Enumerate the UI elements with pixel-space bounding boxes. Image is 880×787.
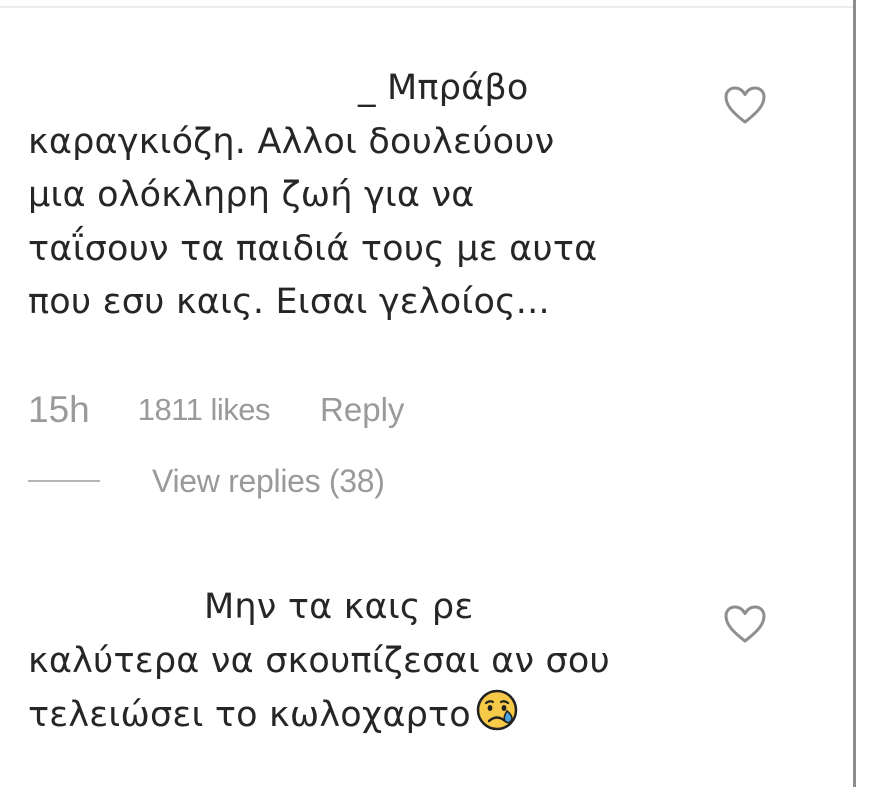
comment-line: καλύτερα να σκουπίζεσαι αν σου <box>28 640 610 681</box>
replies-divider <box>28 480 100 482</box>
comment-time: 15h <box>28 389 90 430</box>
comment-likes[interactable]: 1811 likes <box>138 392 271 428</box>
like-button[interactable] <box>722 84 768 126</box>
heart-outline-icon <box>724 86 766 124</box>
reply-button[interactable]: Reply <box>320 391 404 429</box>
comment-item: Μην τα καις ρε καλύτερα να σκουπίζεσαι α… <box>28 581 698 743</box>
comment-meta: 15h 1811 likes Reply <box>28 385 404 435</box>
comment-text: Μην τα καις ρε καλύτερα να σκουπίζεσαι α… <box>28 581 698 743</box>
comment-line: ταΐσουν τα παιδιά τους με αυτα <box>28 228 598 269</box>
like-button[interactable] <box>722 603 768 645</box>
comment-text: _ Μπράβο καραγκιόζη. Αλλοι δουλεύουν μια… <box>28 62 698 330</box>
comment-line: τελειώσει το κωλοχαρτο <box>28 695 471 735</box>
view-replies-label: View replies (38) <box>152 462 385 499</box>
heart-outline-icon <box>724 605 766 643</box>
top-divider <box>0 6 855 8</box>
crying-face-emoji <box>475 688 519 732</box>
comment-line: μια ολόκληρη ζωή για να <box>28 175 475 215</box>
scrollbar-edge[interactable] <box>853 0 856 787</box>
comment-line: καραγκιόζη. Αλλοι δουλεύουν <box>28 121 555 162</box>
view-replies-button[interactable]: View replies (38) <box>28 458 385 504</box>
comment-line: _ Μπράβο <box>358 68 529 108</box>
comment-line: που εσυ καις. Εισαι γελοίος... <box>28 282 550 322</box>
comment-item: _ Μπράβο καραγκιόζη. Αλλοι δουλεύουν μια… <box>28 62 698 330</box>
comment-line: Μην τα καις ρε <box>204 587 474 627</box>
